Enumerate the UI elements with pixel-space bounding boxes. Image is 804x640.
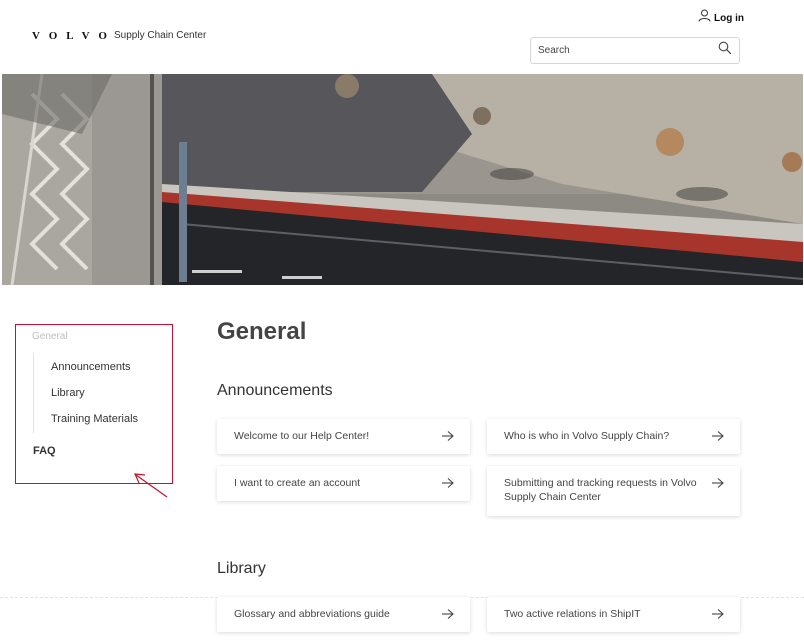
sidebar-item-training-materials[interactable]: Training Materials <box>51 413 138 425</box>
article-card-who-is-who[interactable]: Who is who in Volvo Supply Chain? <box>487 419 740 454</box>
login-link[interactable]: Log in <box>698 9 744 27</box>
article-title: Two active relations in ShipIT <box>504 608 641 620</box>
article-card-create-account[interactable]: I want to create an account <box>217 466 470 501</box>
sidebar-item-announcements[interactable]: Announcements <box>51 361 131 373</box>
search-box[interactable] <box>530 37 740 64</box>
sidebar-item-faq[interactable]: FAQ <box>33 445 56 457</box>
search-input[interactable] <box>538 45 718 56</box>
sidebar-category-general[interactable]: General <box>32 331 68 342</box>
sidebar-nav: General Announcements Library Training M… <box>15 324 173 484</box>
site-header: VOLVO Supply Chain Center Log in <box>0 0 804 74</box>
volvo-logo[interactable]: VOLVO <box>32 30 116 42</box>
article-card-two-active-relations[interactable]: Two active relations in ShipIT <box>487 597 740 632</box>
article-card-glossary[interactable]: Glossary and abbreviations guide <box>217 597 470 632</box>
article-title: Welcome to our Help Center! <box>234 430 370 442</box>
hero-image <box>2 74 803 285</box>
section-title-announcements[interactable]: Announcements <box>217 382 333 400</box>
arrow-right-icon <box>441 476 454 494</box>
site-name[interactable]: Supply Chain Center <box>114 30 206 41</box>
article-title: Glossary and abbreviations guide <box>234 608 390 620</box>
article-card-submitting-requests[interactable]: Submitting and tracking requests in Volv… <box>487 466 740 516</box>
search-icon[interactable] <box>718 41 732 60</box>
arrow-right-icon <box>711 476 724 494</box>
arrow-right-icon <box>711 429 724 447</box>
arrow-right-icon <box>441 429 454 447</box>
login-label: Log in <box>714 12 744 24</box>
user-icon <box>698 9 711 27</box>
arrow-right-icon <box>711 607 724 625</box>
sidebar-item-library[interactable]: Library <box>51 387 85 399</box>
article-title: I want to create an account <box>234 477 361 489</box>
article-title: Who is who in Volvo Supply Chain? <box>504 430 670 442</box>
annotation-arrow <box>130 470 170 505</box>
page-title: General <box>217 318 307 345</box>
section-title-library[interactable]: Library <box>217 560 266 578</box>
sidebar-divider <box>33 353 34 433</box>
article-title: Submitting and tracking requests in Volv… <box>504 477 697 503</box>
arrow-right-icon <box>441 607 454 625</box>
article-card-welcome[interactable]: Welcome to our Help Center! <box>217 419 470 454</box>
